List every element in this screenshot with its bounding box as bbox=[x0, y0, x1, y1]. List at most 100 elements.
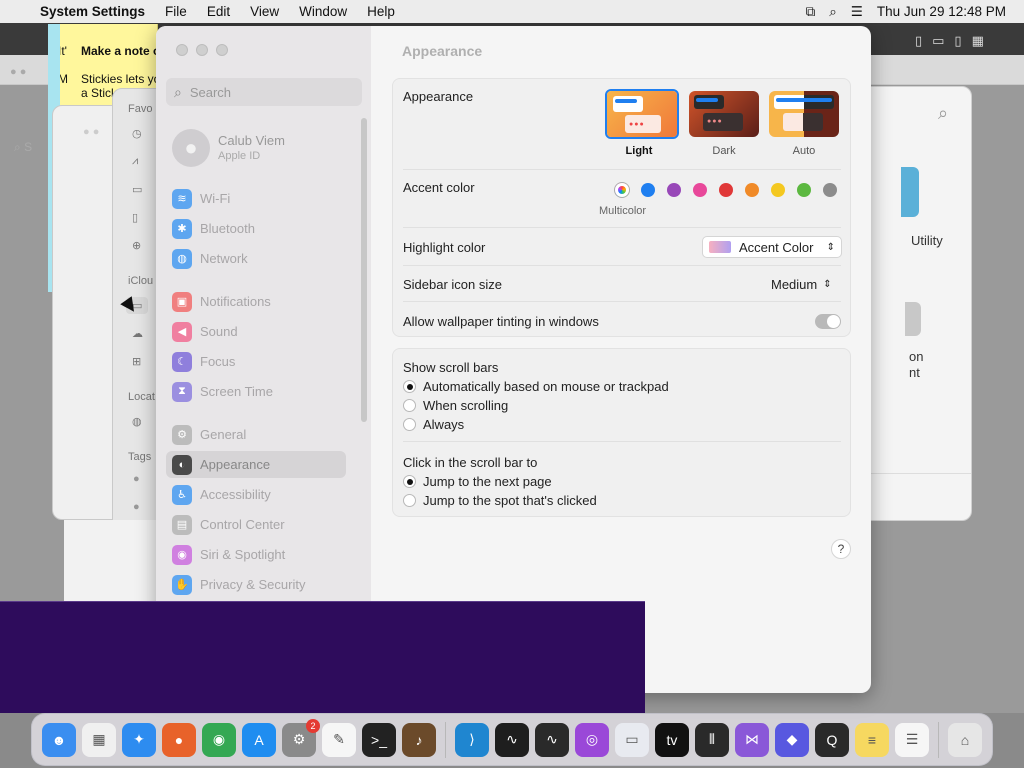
menu-clock[interactable]: Thu Jun 29 12:48 PM bbox=[877, 4, 1006, 19]
mode-auto-thumbnail[interactable] bbox=[769, 91, 839, 137]
sidebar-item-label: Notifications bbox=[200, 294, 271, 309]
menu-edit[interactable]: Edit bbox=[197, 4, 240, 19]
sidebar-item-privacy-security[interactable]: ✋ Privacy & Security bbox=[166, 571, 346, 598]
accent-color-swatch[interactable] bbox=[641, 183, 655, 197]
sidebar-item-sound[interactable]: ◀ Sound bbox=[166, 318, 346, 345]
mode-dark-thumbnail[interactable]: ●●● bbox=[689, 91, 759, 137]
back-search-icon[interactable]: ⌕ bbox=[938, 103, 948, 124]
radio-always[interactable]: Always bbox=[403, 417, 464, 432]
avatar: ● bbox=[172, 129, 210, 167]
chrome-icon[interactable]: ◉ bbox=[202, 722, 236, 757]
menu-app-name[interactable]: System Settings bbox=[34, 4, 155, 19]
accent-color-swatch[interactable] bbox=[693, 183, 707, 197]
spotlight-search-icon[interactable]: ⌕ bbox=[829, 4, 837, 20]
sidebar-item-focus[interactable]: ☾ Focus bbox=[166, 348, 346, 375]
apple-tv-icon[interactable]: tv bbox=[655, 722, 689, 757]
back-window-traffic-lights: ● ● bbox=[10, 66, 27, 78]
accent-color-swatch[interactable] bbox=[719, 183, 733, 197]
finder-icon[interactable]: ☻ bbox=[42, 722, 76, 757]
sidebar-item-label: Bluetooth bbox=[200, 221, 255, 236]
sidebar-tags: Tags bbox=[128, 451, 152, 463]
notes-icon[interactable]: ≡ bbox=[855, 722, 889, 757]
minimize-button[interactable] bbox=[196, 44, 208, 56]
quicktime-icon[interactable]: Q bbox=[815, 722, 849, 757]
sidebar-item-control-center[interactable]: ▤ Control Center bbox=[166, 511, 346, 538]
radio-spot-clicked[interactable]: Jump to the spot that's clicked bbox=[403, 493, 597, 508]
firefox-icon[interactable]: ● bbox=[162, 722, 196, 757]
menu-help[interactable]: Help bbox=[357, 4, 405, 19]
notifications-icon: ▣ bbox=[172, 291, 192, 312]
appearance-pane: Appearance Appearance ●●● Light ●●● Dark bbox=[371, 26, 871, 693]
back-text-on: on bbox=[909, 349, 924, 364]
control-center-icon: ▤ bbox=[172, 514, 192, 535]
chevron-updown-icon: ⇕ bbox=[823, 279, 832, 290]
sidebar-item-notifications[interactable]: ▣ Notifications bbox=[166, 288, 346, 315]
preview-icon[interactable]: ▭ bbox=[615, 722, 649, 757]
sidebar-item-bluetooth[interactable]: ✱ Bluetooth bbox=[166, 215, 346, 242]
accent-color-swatch[interactable] bbox=[823, 183, 837, 197]
sidebar-icon-size-popup[interactable]: Medium ⇕ bbox=[771, 277, 832, 292]
settings-sidebar: ⌕ Search ● Calub Viem Apple ID ≋ Wi-Fi ✱ Bl… bbox=[156, 26, 371, 693]
search-field[interactable]: ⌕ Search bbox=[166, 78, 362, 106]
radio-next-page[interactable]: Jump to the next page bbox=[403, 474, 552, 489]
menu-window[interactable]: Window bbox=[289, 4, 357, 19]
system-settings-icon[interactable]: ⚙ 2 bbox=[282, 718, 320, 757]
search-placeholder: Search bbox=[189, 84, 232, 100]
stocks-icon[interactable]: ∿ bbox=[535, 722, 569, 757]
chevron-updown-icon: ⇕ bbox=[826, 241, 835, 253]
apple-id-account[interactable]: ● Calub Viem Apple ID bbox=[172, 129, 352, 169]
cloud-icon: ☁ bbox=[132, 328, 143, 340]
close-button[interactable] bbox=[176, 44, 188, 56]
accent-color-swatch[interactable] bbox=[771, 183, 785, 197]
activity-monitor-icon[interactable]: ∿ bbox=[495, 722, 529, 757]
accent-color-swatch[interactable] bbox=[615, 183, 629, 197]
wallpaper-tinting-toggle[interactable] bbox=[815, 314, 841, 329]
account-subtitle: Apple ID bbox=[218, 150, 261, 162]
radio-automatically[interactable]: Automatically based on mouse or trackpad bbox=[403, 379, 669, 394]
app-icon bbox=[905, 302, 921, 336]
textedit-icon[interactable]: ✎ bbox=[322, 722, 356, 757]
back-window-right-pane: ⌕ Utility on nt bbox=[862, 86, 972, 521]
app-store-icon[interactable]: A bbox=[242, 722, 276, 757]
sidebar-item-wi-fi[interactable]: ≋ Wi-Fi bbox=[166, 185, 346, 212]
sidebar-locations: Locat bbox=[128, 391, 155, 403]
highlight-color-popup[interactable]: Accent Color ⇕ bbox=[702, 236, 842, 258]
system-settings-window: ⌕ Search ● Calub Viem Apple ID ≋ Wi-Fi ✱ Bl… bbox=[156, 26, 871, 693]
radio-when-scrolling[interactable]: When scrolling bbox=[403, 398, 508, 413]
terminal-icon[interactable]: >_ bbox=[362, 722, 396, 757]
sidebar-scrollbar[interactable] bbox=[361, 118, 367, 422]
show-scroll-bars-label: Show scroll bars bbox=[403, 360, 499, 375]
accent-color-swatch[interactable] bbox=[667, 183, 681, 197]
launchpad-icon[interactable]: ▦ bbox=[82, 722, 116, 757]
menu-file[interactable]: File bbox=[155, 4, 197, 19]
sidebar-item-siri-spotlight[interactable]: ◉ Siri & Spotlight bbox=[166, 541, 346, 568]
screen-mirroring-icon[interactable]: ⧉ bbox=[806, 4, 816, 20]
instruments-icon[interactable]: ♪ bbox=[402, 722, 436, 757]
back-window-view-icons: ▯▭▯▦ bbox=[915, 33, 994, 48]
shortcuts-icon[interactable]: ◆ bbox=[775, 722, 809, 757]
sidebar-item-label: Network bbox=[200, 251, 248, 266]
podcasts-icon[interactable]: ◎ bbox=[575, 722, 609, 757]
notification-badge: 2 bbox=[306, 718, 320, 733]
control-center-icon[interactable]: ☰ bbox=[851, 4, 863, 20]
accent-color-swatch[interactable] bbox=[797, 183, 811, 197]
accent-color-swatch[interactable] bbox=[745, 183, 759, 197]
menu-view[interactable]: View bbox=[240, 4, 289, 19]
sidebar-item-screen-time[interactable]: ⧗ Screen Time bbox=[166, 378, 346, 405]
voice-memos-icon[interactable]: ⦀ bbox=[695, 722, 729, 757]
sidebar-item-network[interactable]: ◍ Network bbox=[166, 245, 346, 272]
sidebar-item-label: Focus bbox=[200, 354, 236, 369]
sidebar-icon-size-label: Sidebar icon size bbox=[403, 277, 502, 292]
zoom-button[interactable] bbox=[216, 44, 228, 56]
vscode-icon[interactable]: ⟩ bbox=[455, 722, 489, 757]
reminders-icon[interactable]: ☰ bbox=[895, 722, 929, 757]
mode-light-thumbnail[interactable]: ●●● bbox=[605, 89, 679, 139]
visual-studio-icon[interactable]: ⋈ bbox=[735, 722, 769, 757]
sidebar-item-accessibility[interactable]: ♿ Accessibility bbox=[166, 481, 346, 508]
help-button[interactable]: ? bbox=[831, 539, 851, 559]
sidebar-item-general[interactable]: ⚙ General bbox=[166, 421, 346, 448]
trash-icon[interactable]: ⌂ bbox=[948, 722, 982, 757]
sidebar-item-appearance[interactable]: ◐ Appearance bbox=[166, 451, 346, 478]
safari-icon[interactable]: ✦ bbox=[122, 722, 156, 757]
sidebar-icloud: iClou bbox=[128, 275, 154, 287]
